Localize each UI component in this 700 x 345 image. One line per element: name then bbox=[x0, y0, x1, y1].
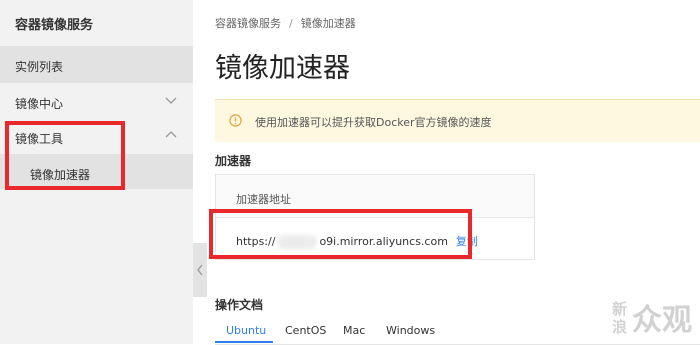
sidebar-item-label: 镜像中心 bbox=[15, 97, 64, 111]
tab-windows[interactable]: Windows bbox=[386, 324, 435, 337]
svg-text:众观: 众观 bbox=[632, 303, 692, 336]
watermark-logo: 新 浪 众观 bbox=[612, 296, 696, 336]
breadcrumb-current: 镜像加速器 bbox=[300, 17, 356, 30]
svg-text:新: 新 bbox=[612, 300, 627, 318]
accelerator-section-title: 加速器 bbox=[215, 154, 252, 168]
info-notice: 使用加速器可以提升获取Docker官方镜像的速度 bbox=[215, 99, 700, 142]
tab-ubuntu[interactable]: Ubuntu bbox=[226, 324, 266, 337]
docs-section-title: 操作文档 bbox=[215, 298, 264, 312]
tab-mac[interactable]: Mac bbox=[343, 324, 365, 337]
sidebar-item-label: 实例列表 bbox=[15, 60, 64, 74]
table-header-label: 加速器地址 bbox=[236, 193, 291, 206]
sidebar-title: 容器镜像服务 bbox=[15, 18, 94, 33]
breadcrumb-root[interactable]: 容器镜像服务 bbox=[215, 17, 281, 30]
chevron-down-icon bbox=[165, 97, 177, 104]
sidebar-item-instance-list[interactable]: 实例列表 bbox=[0, 46, 193, 83]
page-title: 镜像加速器 bbox=[215, 53, 350, 84]
svg-text:浪: 浪 bbox=[612, 318, 627, 336]
breadcrumb: 容器镜像服务 / 镜像加速器 bbox=[215, 15, 356, 31]
highlight-box-sidebar bbox=[5, 121, 125, 190]
chevron-up-icon bbox=[165, 131, 177, 138]
active-tab-indicator bbox=[215, 341, 273, 343]
warning-icon bbox=[229, 114, 242, 127]
highlight-box-url bbox=[209, 209, 472, 259]
sidebar-collapse-handle[interactable] bbox=[193, 243, 207, 297]
main-content: 容器镜像服务 / 镜像加速器 镜像加速器 使用加速器可以提升获取Docker官方镜像… bbox=[215, 0, 700, 345]
sidebar-item-image-center[interactable]: 镜像中心 bbox=[0, 83, 193, 120]
chevron-left-icon bbox=[197, 264, 203, 276]
tab-centos[interactable]: CentOS bbox=[285, 324, 326, 337]
watermark-logo-icon: 新 浪 众观 bbox=[612, 300, 692, 336]
notice-text: 使用加速器可以提升获取Docker官方镜像的速度 bbox=[255, 116, 492, 129]
breadcrumb-separator: / bbox=[289, 17, 293, 30]
